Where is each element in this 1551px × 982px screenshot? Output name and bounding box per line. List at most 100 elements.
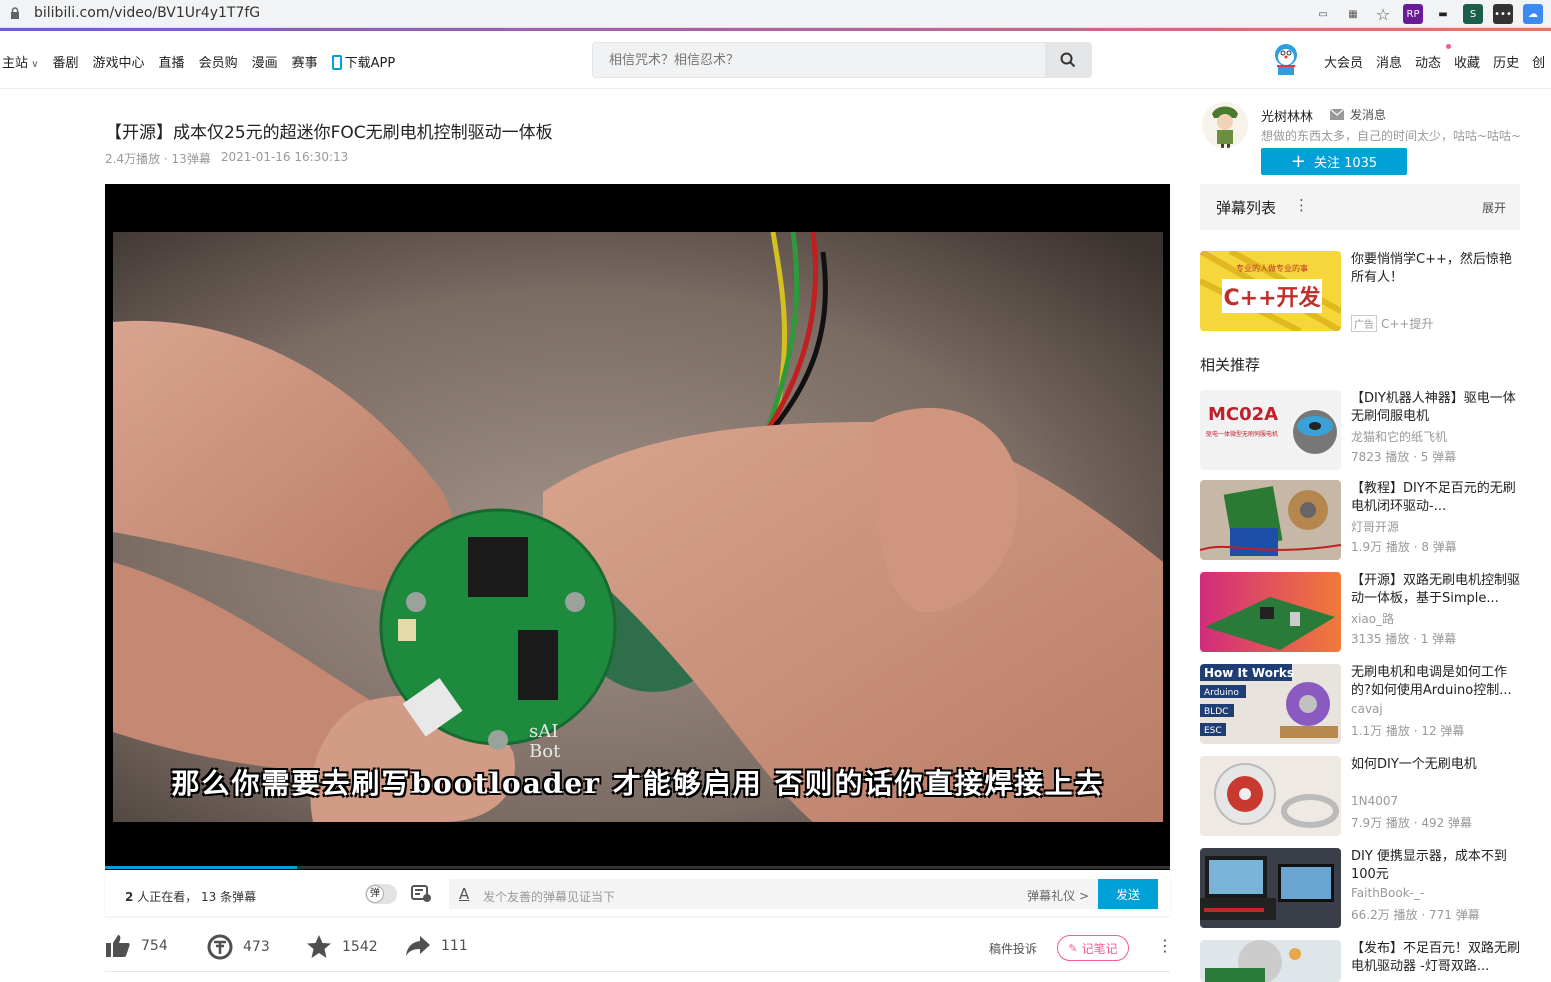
coin-count: 473 — [243, 939, 270, 955]
ad-card[interactable]: 专业的人做专业的事 C++开发 你要悄悄学C++，然后惊艳所有人！ 广告 C++… — [1200, 251, 1520, 332]
recommendation-stats: 1.1万 播放 · 12 弹幕 — [1351, 724, 1465, 738]
action-row: 754 473 1542 111 稿件投诉 ✎ 记笔记 ⋮ — [105, 930, 1173, 972]
extension-s-icon[interactable]: S — [1463, 4, 1483, 24]
search-button[interactable] — [1045, 43, 1091, 77]
site-header: 主站 ∨ 番剧 游戏中心 直播 会员购 漫画 赛事 下载APP 大会员 消息 动… — [0, 31, 1551, 89]
user-avatar[interactable] — [1272, 43, 1300, 77]
recommendation-stats: 1.9万 播放 · 8 弹幕 — [1351, 540, 1457, 554]
danmaku-settings-icon[interactable] — [411, 884, 433, 904]
nav-history[interactable]: 历史 — [1493, 52, 1519, 71]
plus-icon: + — [1290, 150, 1306, 172]
recommendation-author[interactable]: cavaj — [1351, 702, 1383, 716]
danmaku-input[interactable]: A 发个友善的弹幕见证当下 弹幕礼仪 > — [449, 879, 1099, 909]
svg-text:Arduino: Arduino — [1204, 688, 1239, 698]
recommendation-item[interactable]: 【开源】双路无刷电机控制驱动一体板，基于Simple... xiao_路 313… — [1200, 572, 1520, 652]
video-player[interactable]: sAI Bot 那么你需要去刷写bootloader 才能够启用 否则的话你直接… — [105, 184, 1170, 870]
address-bar[interactable]: bilibili.com/video/BV1Ur4y1T7fG — [34, 5, 260, 21]
extension-rp-icon[interactable]: RP — [1403, 4, 1423, 24]
nav-live[interactable]: 直播 — [159, 52, 185, 71]
ad-thumbnail: 专业的人做专业的事 C++开发 — [1200, 251, 1341, 331]
phone-icon — [331, 55, 342, 70]
danmaku-list-title: 弹幕列表 — [1216, 199, 1277, 217]
report-link[interactable]: 稿件投诉 — [989, 940, 1037, 957]
coin-button[interactable]: 473 — [207, 934, 270, 960]
favorite-button[interactable]: 1542 — [306, 934, 378, 960]
like-button[interactable]: 754 — [105, 934, 168, 958]
danmaku-list-menu-icon[interactable]: ⋮ — [1294, 196, 1309, 214]
ad-title: 你要悄悄学C++，然后惊艳所有人！ — [1351, 252, 1512, 285]
recommendation-title: 【发布】不足百元！双路无刷电机驱动器 -灯哥双路... — [1351, 941, 1521, 974]
star-icon[interactable]: ☆ — [1373, 4, 1393, 24]
more-options-icon[interactable]: ⋮ — [1157, 936, 1173, 955]
like-count: 754 — [141, 938, 168, 954]
svg-text:BLDC: BLDC — [1204, 707, 1228, 717]
nav-anime[interactable]: 番剧 — [53, 52, 79, 71]
recommendation-author[interactable]: 龙猫和它的纸飞机 — [1351, 428, 1447, 445]
nav-favorites[interactable]: 收藏 — [1454, 52, 1480, 71]
recommendation-author[interactable]: FaithBook-_- — [1351, 886, 1424, 900]
nav-messages[interactable]: 消息 — [1376, 52, 1402, 71]
uploader-name[interactable]: 光树林林 — [1261, 106, 1313, 125]
nav-main-site[interactable]: 主站 ∨ — [2, 52, 39, 71]
video-scene: sAI Bot — [113, 232, 1163, 822]
share-button[interactable]: 111 — [405, 934, 468, 958]
nav-download-app[interactable]: 下载APP — [331, 52, 395, 71]
recommendation-title: 如何DIY一个无刷电机 — [1351, 757, 1477, 772]
extension-mask-icon[interactable]: ▬ — [1433, 4, 1453, 24]
nav-dynamics[interactable]: 动态 — [1415, 52, 1441, 71]
recommendation-stats: 7823 播放 · 5 弹幕 — [1351, 450, 1457, 464]
favorite-count: 1542 — [342, 939, 378, 955]
recommendation-item[interactable]: 如何DIY一个无刷电机 1N4007 7.9万 播放 · 492 弹幕 — [1200, 756, 1520, 836]
svg-text:C++开发: C++开发 — [1223, 285, 1321, 311]
recommendation-item[interactable]: How It Works Arduino BLDC ESC 无刷电机和电调是如何… — [1200, 664, 1520, 744]
cast-icon[interactable]: ▭ — [1313, 4, 1333, 24]
text-style-icon[interactable]: A — [459, 885, 469, 903]
recommendation-author[interactable]: xiao_路 — [1351, 610, 1394, 627]
video-meta: 2.4万播放 · 13弹幕 2021-01-16 16:30:13 — [105, 150, 348, 167]
video-frame: sAI Bot 那么你需要去刷写bootloader 才能够启用 否则的话你直接… — [113, 232, 1163, 822]
recommendation-item[interactable]: 【教程】DIY不足百元的无刷电机闭环驱动-... 灯哥开源 1.9万 播放 · … — [1200, 480, 1520, 560]
danmaku-etiquette-link[interactable]: 弹幕礼仪 > — [1027, 887, 1089, 904]
recommendation-stats: 66.2万 播放 · 771 弹幕 — [1351, 908, 1480, 922]
danmaku-expand-link[interactable]: 展开 — [1482, 199, 1506, 216]
nav-game-center[interactable]: 游戏中心 — [93, 52, 145, 71]
recommendation-thumbnail — [1200, 572, 1341, 652]
nav-esports[interactable]: 赛事 — [292, 52, 318, 71]
viewer-count: 2 人正在看， 13 条弹幕 — [125, 890, 257, 904]
recommendation-thumbnail — [1200, 480, 1341, 560]
nav-mall[interactable]: 会员购 — [199, 52, 238, 71]
ad-badge: 广告 — [1351, 315, 1377, 332]
svg-text:Bot: Bot — [529, 741, 561, 762]
recommendation-stats: 7.9万 播放 · 492 弹幕 — [1351, 816, 1473, 830]
progress-bar[interactable] — [105, 866, 1170, 869]
share-arrow-icon — [406, 936, 430, 956]
send-message-link[interactable]: 发消息 — [1330, 106, 1386, 123]
recommendation-thumbnail: MC02A 驱电一体微型无刷伺服电机 — [1200, 390, 1341, 470]
lock-icon — [11, 7, 19, 19]
nav-manga[interactable]: 漫画 — [252, 52, 278, 71]
recommendation-author[interactable]: 灯哥开源 — [1351, 518, 1399, 535]
nav-vip[interactable]: 大会员 — [1324, 52, 1363, 71]
take-notes-button[interactable]: ✎ 记笔记 — [1057, 935, 1129, 961]
danmaku-toggle[interactable]: 弹 — [365, 884, 397, 904]
follow-button[interactable]: + 关注 1035 — [1261, 148, 1407, 175]
mail-icon — [1330, 109, 1344, 120]
recommendation-title: 【开源】双路无刷电机控制驱动一体板，基于Simple... — [1351, 573, 1521, 606]
recommendation-thumbnail — [1200, 756, 1341, 836]
extension-dots-icon[interactable]: ••• — [1493, 4, 1513, 24]
recommendation-item[interactable]: 【发布】不足百元！双路无刷电机驱动器 -灯哥双路... — [1200, 940, 1520, 982]
svg-text:sAI: sAI — [529, 721, 558, 742]
recommendation-thumbnail — [1200, 848, 1341, 928]
search-input[interactable] — [593, 43, 1045, 77]
danmaku-list-panel[interactable]: 弹幕列表 ⋮ 展开 — [1200, 184, 1520, 230]
qr-icon[interactable]: ▦ — [1343, 4, 1363, 24]
extension-cloud-icon[interactable]: ☁ — [1523, 4, 1543, 24]
nav-create[interactable]: 创 — [1532, 52, 1545, 71]
recommendation-item[interactable]: MC02A 驱电一体微型无刷伺服电机 【DIY机器人神器】驱电一体无刷伺服电机 … — [1200, 390, 1520, 470]
recommendation-thumbnail: How It Works Arduino BLDC ESC — [1200, 664, 1341, 744]
recommendation-author[interactable]: 1N4007 — [1351, 794, 1398, 808]
uploader-avatar[interactable] — [1202, 102, 1248, 148]
recommendation-item[interactable]: DIY 便携显示器，成本不到100元 FaithBook-_- 66.2万 播放… — [1200, 848, 1520, 928]
recommendation-stats: 3135 播放 · 1 弹幕 — [1351, 632, 1457, 646]
send-danmaku-button[interactable]: 发送 — [1098, 879, 1158, 909]
